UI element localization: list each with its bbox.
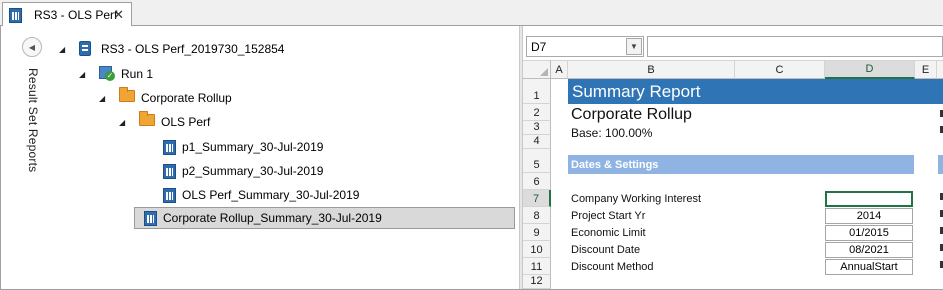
column-header-e[interactable]: E [915, 60, 937, 79]
report-icon [163, 163, 176, 179]
report-icon [9, 7, 22, 23]
cell-grid[interactable]: Summary Report Corporate Rollup Base: 10… [551, 79, 943, 289]
field-label-project-start: Project Start Yr [571, 210, 646, 222]
report-icon [163, 139, 176, 155]
column-header-c[interactable]: C [735, 60, 825, 79]
tree-node-report[interactable]: OLS Perf_Summary_30-Jul-2019 [163, 184, 359, 206]
result-set-icon [79, 41, 91, 56]
tab-rs3-ols-perf[interactable]: RS3 - OLS Perf ✕ [2, 2, 132, 27]
cell-d11-discount-method[interactable]: AnnualStart [825, 259, 913, 275]
report-icon [144, 210, 157, 226]
collapse-panel-button[interactable]: ◀ [22, 37, 42, 57]
run-icon [99, 66, 115, 82]
row-header[interactable]: 10 [523, 241, 551, 258]
tree-node-label: RS3 - OLS Perf_2019730_152854 [101, 42, 285, 56]
tree-node-result-set[interactable]: ◢ RS3 - OLS Perf_2019730_152854 [59, 38, 284, 60]
tree-node-run[interactable]: ◢ Run 1 [79, 63, 153, 85]
spreadsheet: D7 ▼ A B C D E 1 2 3 4 5 6 7 8 9 10 11 1… [523, 26, 943, 289]
row-header[interactable]: 2 [523, 104, 551, 121]
tree-node-label: p2_Summary_30-Jul-2019 [182, 164, 324, 178]
chevron-down-icon[interactable]: ▼ [626, 38, 642, 55]
expand-arrow-icon[interactable]: ◢ [99, 94, 111, 103]
row-header[interactable]: 9 [523, 224, 551, 241]
column-header-b[interactable]: B [568, 60, 735, 79]
expand-arrow-icon[interactable]: ◢ [79, 70, 91, 79]
base-percent: Base: 100.00% [571, 126, 653, 140]
formula-bar[interactable] [647, 36, 943, 57]
name-box[interactable]: D7 ▼ [526, 36, 644, 57]
tree-node-label: Corporate Rollup [141, 91, 232, 105]
expand-arrow-icon[interactable]: ◢ [119, 118, 131, 127]
row-header-selected[interactable]: 7 [523, 190, 551, 207]
row-header[interactable]: 12 [523, 275, 551, 289]
expand-arrow-icon[interactable]: ◢ [59, 45, 71, 54]
select-all-corner[interactable] [523, 60, 551, 79]
tree-node-report-selected[interactable]: Corporate Rollup_Summary_30-Jul-2019 [134, 207, 515, 229]
cell-d9-economic-limit[interactable]: 01/2015 [825, 225, 913, 241]
cell-d8-project-start[interactable]: 2014 [825, 208, 913, 224]
name-box-value: D7 [531, 39, 547, 54]
section-header-right [938, 155, 943, 174]
side-panel: ◀ Result Set Reports [1, 26, 47, 289]
tree-node-label: OLS Perf_Summary_30-Jul-2019 [182, 188, 360, 202]
field-label-discount-method: Discount Method [571, 261, 654, 273]
tree-node-label: Run 1 [121, 67, 154, 81]
result-set-tree: ◢ RS3 - OLS Perf_2019730_152854 ◢ Run 1 … [47, 26, 519, 289]
tree-node-report[interactable]: p2_Summary_30-Jul-2019 [163, 160, 323, 182]
column-header-a[interactable]: A [551, 60, 568, 79]
cell-d10-discount-date[interactable]: 08/2021 [825, 242, 913, 258]
main-pane: ◀ Result Set Reports ◢ RS3 - OLS Perf_20… [0, 26, 943, 290]
close-icon[interactable]: ✕ [113, 7, 124, 23]
folder-icon [139, 111, 155, 126]
tree-node-report[interactable]: p1_Summary_30-Jul-2019 [163, 136, 323, 158]
column-headers: A B C D E [523, 60, 943, 79]
report-title: Corporate Rollup [571, 106, 692, 123]
tree-node-ols-perf[interactable]: ◢ OLS Perf [119, 111, 210, 133]
tab-strip: RS3 - OLS Perf ✕ [0, 0, 943, 27]
side-panel-title[interactable]: Result Set Reports [26, 68, 40, 172]
row-header[interactable]: 4 [523, 135, 551, 149]
field-label-economic-limit: Economic Limit [571, 227, 646, 239]
row-header[interactable]: 1 [523, 79, 551, 104]
cell-d7-working-interest[interactable] [825, 191, 913, 207]
section-header-dates-settings: Dates & Settings [568, 155, 914, 174]
tab-label: RS3 - OLS Perf [34, 8, 118, 22]
field-label-discount-date: Discount Date [571, 244, 641, 256]
row-header[interactable]: 6 [523, 173, 551, 190]
row-header[interactable]: 3 [523, 121, 551, 135]
field-label-working-interest: Company Working Interest [571, 193, 702, 205]
tree-node-corporate-rollup[interactable]: ◢ Corporate Rollup [99, 87, 232, 109]
folder-icon [119, 87, 135, 102]
column-header-next[interactable] [937, 60, 943, 79]
column-header-d[interactable]: D [825, 60, 915, 79]
tree-node-label: Corporate Rollup_Summary_30-Jul-2019 [163, 211, 382, 225]
report-icon [163, 187, 176, 203]
row-header[interactable]: 5 [523, 149, 551, 173]
row-header[interactable]: 11 [523, 258, 551, 275]
row-header[interactable]: 8 [523, 207, 551, 224]
tree-node-label: OLS Perf [161, 115, 211, 129]
tree-node-label: p1_Summary_30-Jul-2019 [182, 140, 324, 154]
summary-report-banner: Summary Report [568, 79, 943, 104]
